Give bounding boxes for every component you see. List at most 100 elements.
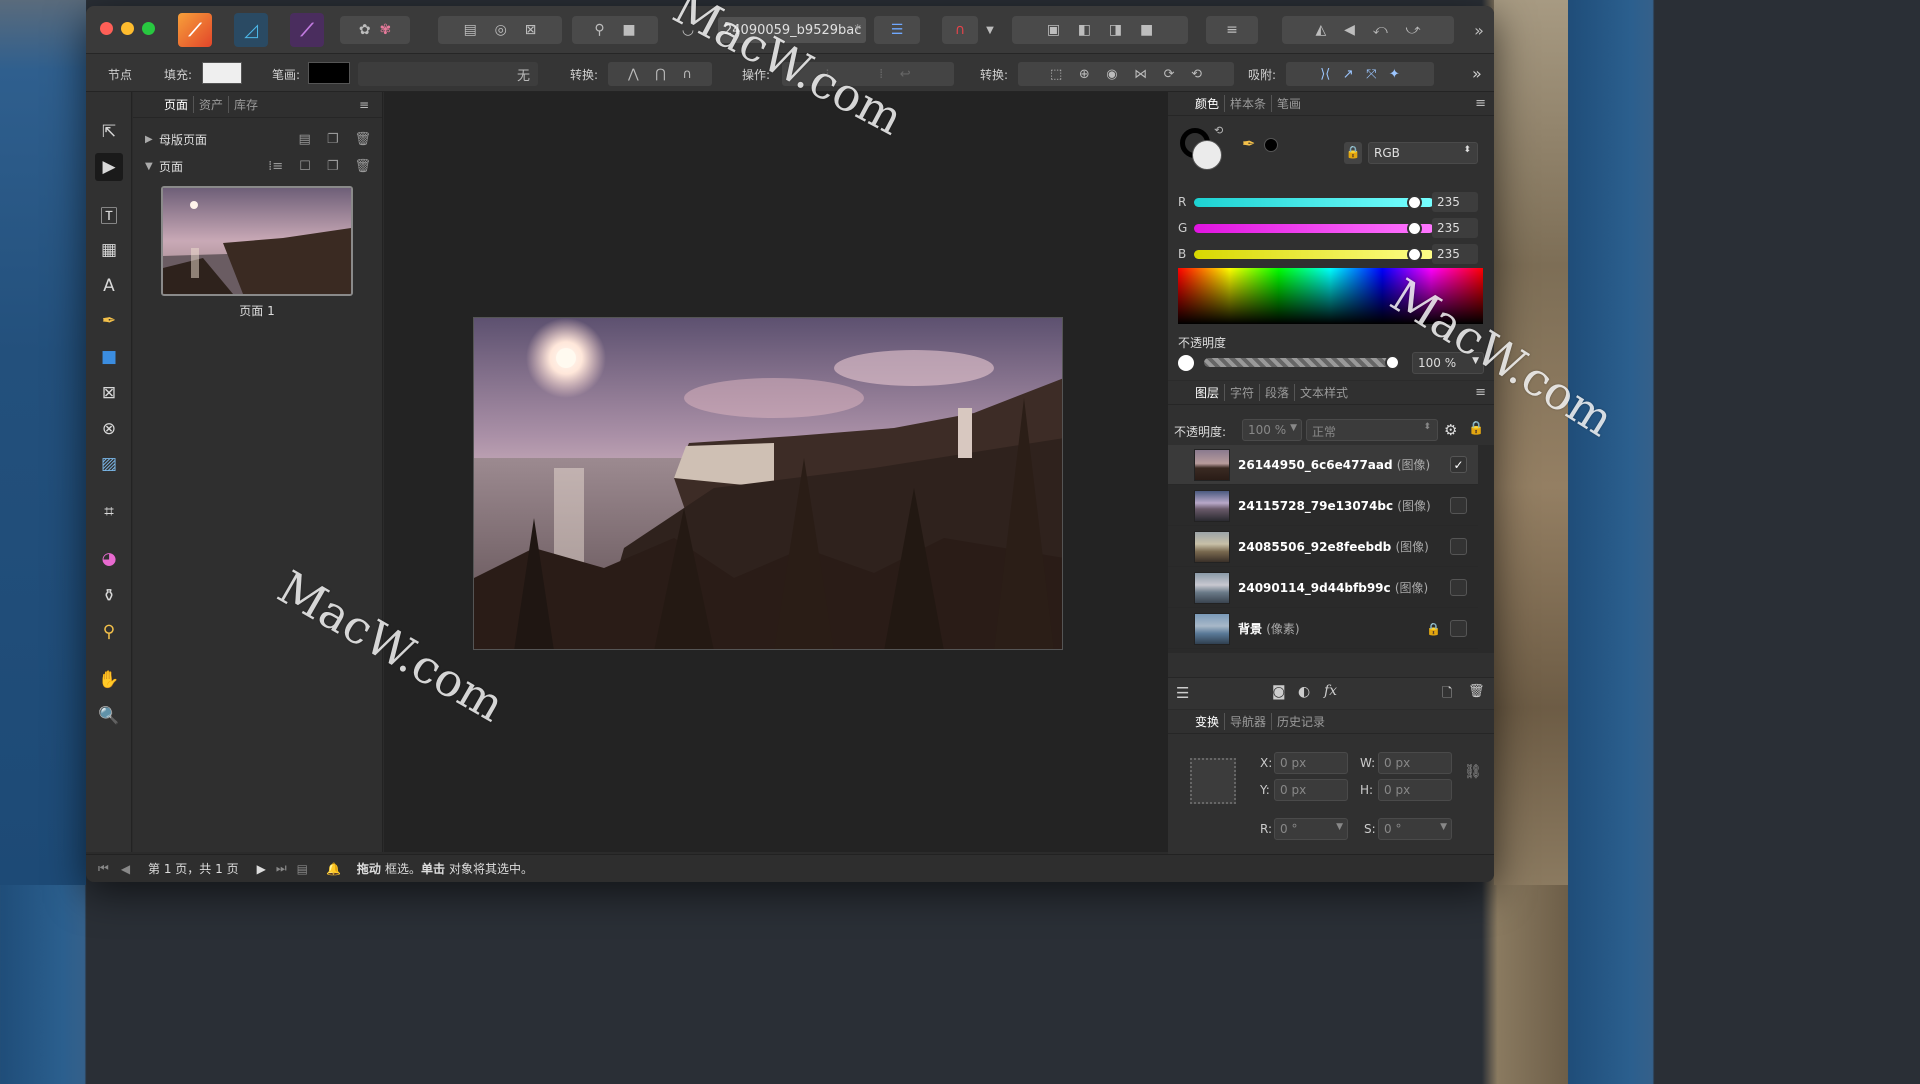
zoom-window-button[interactable] [142,22,155,35]
rotation-field[interactable]: 0 ° ▼ [1274,818,1348,840]
h-field[interactable]: 0 px [1378,779,1452,801]
delete-master-icon[interactable]: 🗑 [354,132,371,147]
layer-visibility-checkbox[interactable] [1450,497,1467,514]
gear-icon[interactable]: ⚙ [1444,421,1457,439]
layer-visibility-checkbox[interactable] [1450,538,1467,555]
tab-swatches[interactable]: 样本条 [1225,95,1273,112]
color-spectrum[interactable] [1178,268,1483,324]
action-group[interactable]: ⁝ ⁞ ↩ [782,62,954,86]
expand-arrow-icon[interactable]: ▶ [145,134,159,145]
document-photo[interactable] [473,317,1063,650]
add-layer-icon[interactable]: 🗋 [1442,684,1452,706]
layer-visibility-checkbox[interactable] [1450,620,1467,637]
blue-slider[interactable] [1194,246,1434,262]
blue-value[interactable]: 235 [1432,244,1478,264]
tab-stroke[interactable]: 笔画 [1272,95,1306,112]
rectangle-tool-icon[interactable]: ■ [95,343,123,371]
blend-mode-select[interactable]: 正常 ⬍ [1306,419,1438,441]
document-canvas[interactable] [384,92,1168,852]
layer-row[interactable]: 24115728_79e13074bc (图像) [1168,486,1478,526]
mask-icon[interactable]: ◙ [1272,684,1286,700]
tab-navigator[interactable]: 导航器 [1225,713,1273,730]
picked-color-swatch[interactable] [1264,138,1278,152]
tab-stock[interactable]: 库存 [229,96,263,113]
grid-icon[interactable]: ☰ [874,16,920,44]
eyedropper-icon[interactable]: ✒ [1242,134,1255,153]
tab-history[interactable]: 历史记录 [1272,713,1330,730]
apply-master-icon[interactable]: ⁞≡ [268,159,283,174]
last-page-icon[interactable]: ⏭ [276,861,287,876]
arrange-group[interactable]: ▣ ◧ ◨ ■ [1012,16,1188,44]
move-tool-icon[interactable]: ⇱ [95,118,123,146]
minimize-window-button[interactable] [121,22,134,35]
view-mode-group[interactable]: ▤ ◎ ⊠ [438,16,562,44]
flip-rotate-group[interactable]: ◭ ◀ ⤺ ⤻ [1282,16,1454,44]
eyedropper-tool-icon[interactable]: ⚲ [95,618,123,646]
snapping-magnet-icon[interactable]: ∩ [942,16,978,44]
layers-stack-icon[interactable]: ☰ [1176,684,1189,702]
fill-well[interactable] [1192,140,1222,170]
red-slider-knob[interactable] [1406,194,1422,210]
delete-page-icon[interactable]: 🗑 [354,159,371,174]
color-model-select[interactable]: RGB ⬍ [1368,142,1478,164]
swap-icon[interactable]: ⟲ [1214,124,1223,137]
tab-assets[interactable]: 资产 [194,96,230,113]
fx-icon[interactable]: fx [1324,683,1337,699]
dropdown-arrow-icon[interactable]: ▼ [1290,423,1297,433]
picture-frame-tool-icon[interactable]: ⊠ [95,379,123,407]
align-icon[interactable]: ≡ [1206,16,1258,44]
pages-row[interactable]: ▼ 页面 ⁞≡ ☐ ❐ 🗑 [145,154,375,178]
ellipse-frame-tool-icon[interactable]: ⊗ [95,415,123,443]
table-tool-icon[interactable]: ▦ [95,236,123,264]
stroke-width-slider[interactable]: 无 [358,62,538,86]
fill-swatch[interactable] [202,62,242,84]
panel-menu-icon[interactable]: ≡ [1475,96,1486,111]
anchor-point-selector[interactable] [1190,758,1236,804]
green-slider-knob[interactable] [1406,220,1422,236]
duplicate-page-icon[interactable]: ❐ [327,159,339,174]
next-page-icon[interactable]: ▶ [257,862,266,876]
layer-row[interactable]: 26144950_6c6e477aad (图像) ✓ [1168,445,1478,485]
toolbar-overflow-button[interactable]: » [1470,16,1488,44]
opacity-slider-knob[interactable] [1385,355,1400,370]
context-overflow-button[interactable]: » [1472,64,1482,83]
collapse-arrow-icon[interactable]: ▼ [145,161,159,172]
green-value[interactable]: 235 [1432,218,1478,238]
transform-mode-group[interactable]: ⬚ ⊕ ◉ ⋈ ⟳ ⟲ [1018,62,1234,86]
dropdown-arrow-icon[interactable]: ▼ [1472,356,1479,366]
previous-page-icon[interactable]: ◀ [121,862,130,876]
snapping-dropdown-icon[interactable]: ▼ [980,16,1000,44]
pen-tool-icon[interactable]: ✒ [95,307,123,335]
artistic-text-tool-icon[interactable]: A [95,272,123,300]
page-thumbnail[interactable] [161,186,353,296]
add-page-icon[interactable]: ☐ [299,159,311,174]
stroke-swatch[interactable] [308,62,350,84]
tab-layers[interactable]: 图层 [1190,384,1226,401]
notification-icon[interactable]: 🔔 [326,862,341,876]
duplicate-master-icon[interactable]: ❐ [327,132,339,147]
fill-tool-icon[interactable]: ⚱ [95,582,123,610]
first-page-icon[interactable]: ⏮ [98,861,109,876]
layer-row[interactable]: 背景 (像素) 🔒 [1168,609,1478,649]
red-value[interactable]: 235 [1432,192,1478,212]
pin-group[interactable]: ⚲ ■ [572,16,658,44]
layer-visibility-checkbox[interactable] [1450,579,1467,596]
layer-lock-icon[interactable]: 🔒 [1426,622,1441,636]
tab-text-styles[interactable]: 文本样式 [1295,384,1353,401]
color-picker-tool-icon[interactable]: ◕ [95,545,123,573]
red-slider[interactable] [1194,194,1434,210]
opacity-value-field[interactable]: 100 % ▼ [1412,352,1484,374]
export-persona-icon[interactable]: ⟋ [290,13,324,47]
layer-opacity-field[interactable]: 100 % ▼ [1242,419,1302,441]
blue-slider-knob[interactable] [1406,246,1422,262]
link-icon[interactable]: ⛓ [1464,764,1482,780]
opacity-slider[interactable] [1204,355,1400,370]
lock-icon[interactable]: 🔒 [1344,142,1362,164]
convert-node-group[interactable]: ⋀ ⋂ ∩ [608,62,712,86]
fill-stroke-selector[interactable]: ⟲ [1180,124,1224,172]
x-field[interactable]: 0 px [1274,752,1348,774]
master-pages-row[interactable]: ▶ 母版页面 ▤ ❐ 🗑 [145,127,375,151]
frame-text-tool-icon[interactable]: 🅃 [95,200,123,228]
delete-layer-icon[interactable]: 🗑 [1468,684,1485,699]
zoom-tool-icon[interactable]: 🔍 [95,702,123,730]
